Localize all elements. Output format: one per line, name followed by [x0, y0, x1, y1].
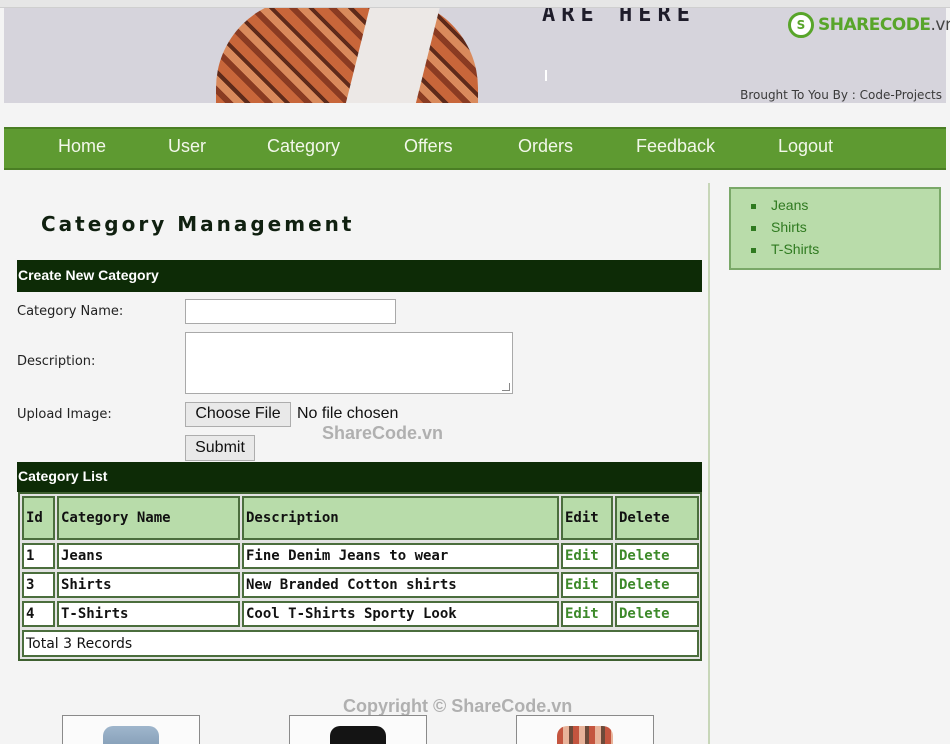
row-2-delete-link[interactable]: Delete — [615, 572, 699, 598]
column-header-category-name: Category Name — [57, 496, 240, 540]
column-header-description: Description — [242, 496, 559, 540]
row-2-id: 3 — [22, 572, 55, 598]
browser-top-strip — [0, 0, 950, 8]
row-3-edit-link[interactable]: Edit — [561, 601, 613, 627]
logo-suffix: .vn — [930, 15, 950, 35]
row-1-id: 1 — [22, 543, 55, 569]
sidebar-item-t-shirts[interactable]: T-Shirts — [751, 241, 939, 263]
submit-button[interactable]: Submit — [185, 435, 255, 461]
main-nav: Home User Category Offers Orders Feedbac… — [4, 127, 946, 170]
sharecode-logo-icon: S — [788, 12, 814, 38]
row-3-id: 4 — [22, 601, 55, 627]
nav-user[interactable]: User — [168, 136, 206, 157]
column-divider — [708, 183, 710, 744]
product-thumb-jeans[interactable] — [62, 715, 200, 744]
nav-logout[interactable]: Logout — [778, 136, 833, 157]
t-shirt-image — [557, 726, 613, 744]
create-category-heading: Create New Category — [17, 260, 702, 292]
nav-category[interactable]: Category — [267, 136, 340, 157]
category-sidebar: Jeans Shirts T-Shirts — [729, 187, 941, 270]
column-header-delete: Delete — [615, 496, 699, 540]
category-name-label: Category Name: — [17, 304, 124, 319]
row-2-description: New Branded Cotton shirts — [242, 572, 559, 598]
banner-model-image — [216, 8, 478, 103]
text-cursor — [545, 70, 547, 81]
description-label: Description: — [17, 354, 96, 369]
watermark-center: ShareCode.vn — [322, 423, 444, 443]
row-1-delete-link[interactable]: Delete — [615, 543, 699, 569]
sharecode-logo: S SHARECODE.vn — [788, 12, 950, 38]
sidebar-item-shirts[interactable]: Shirts — [751, 219, 939, 241]
row-1-description: Fine Denim Jeans to wear — [242, 543, 559, 569]
watermark-footer: Copyright © ShareCode.vn — [343, 696, 573, 716]
row-3-name: T-Shirts — [57, 601, 240, 627]
page-title: Category Management — [41, 212, 355, 236]
nav-feedback[interactable]: Feedback — [636, 136, 715, 157]
jeans-image — [103, 726, 159, 744]
banner-headline: ARE HERE — [542, 8, 696, 27]
nav-orders[interactable]: Orders — [518, 136, 573, 157]
product-thumb-shirts[interactable] — [289, 715, 427, 744]
category-name-input[interactable] — [185, 299, 396, 324]
description-textarea[interactable] — [185, 332, 513, 394]
row-3-description: Cool T-Shirts Sporty Look — [242, 601, 559, 627]
product-thumb-t-shirts[interactable] — [516, 715, 654, 744]
sidebar-item-jeans[interactable]: Jeans — [751, 197, 939, 219]
upload-image-label: Upload Image: — [17, 407, 112, 422]
column-header-id: Id — [22, 496, 55, 540]
banner-credit: Brought To You By : Code-Projects — [740, 88, 942, 102]
row-1-name: Jeans — [57, 543, 240, 569]
category-list-heading: Category List — [17, 462, 702, 492]
nav-home[interactable]: Home — [58, 136, 106, 157]
total-records: Total 3 Records — [22, 630, 699, 657]
row-2-edit-link[interactable]: Edit — [561, 572, 613, 598]
row-2-name: Shirts — [57, 572, 240, 598]
file-status-text: No file chosen — [297, 405, 399, 422]
row-3-delete-link[interactable]: Delete — [615, 601, 699, 627]
row-1-edit-link[interactable]: Edit — [561, 543, 613, 569]
logo-text: SHARECODE — [818, 15, 931, 35]
nav-offers[interactable]: Offers — [404, 136, 453, 157]
column-header-edit: Edit — [561, 496, 613, 540]
shirt-image — [330, 726, 386, 744]
resize-handle-icon[interactable] — [502, 383, 510, 391]
choose-file-button[interactable]: Choose File — [185, 402, 291, 427]
category-table: Id Category Name Description Edit Delete… — [18, 492, 702, 661]
